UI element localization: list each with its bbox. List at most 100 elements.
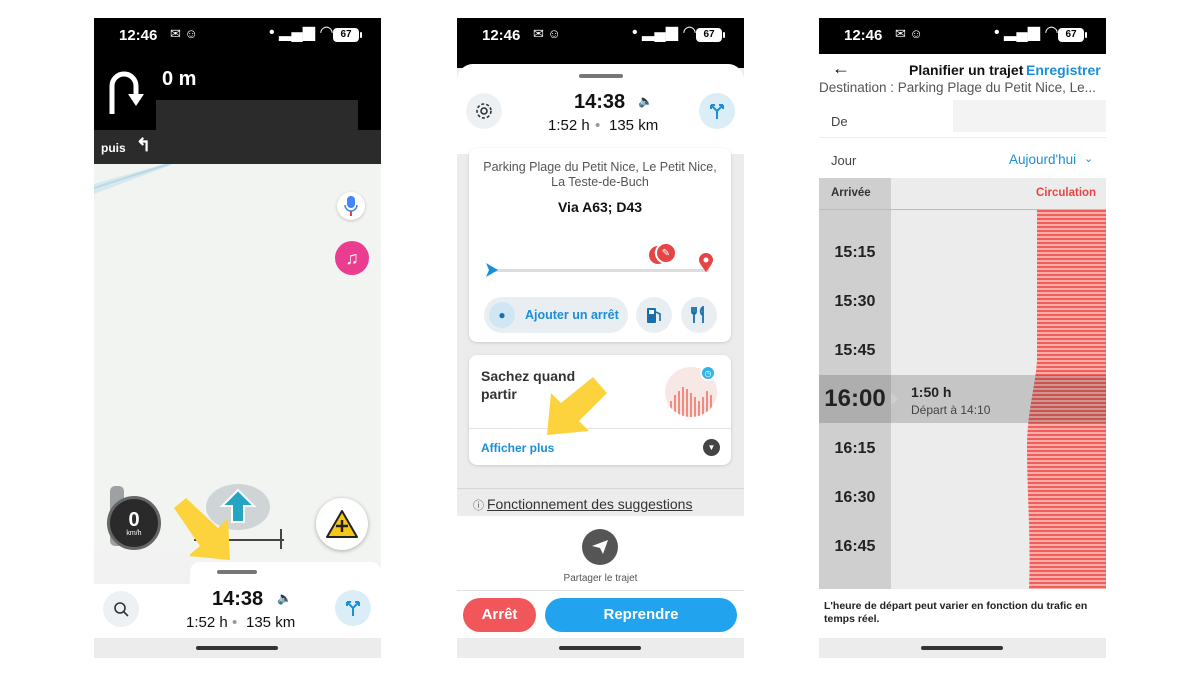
- selection-pointer: [891, 393, 898, 405]
- route-options-icon[interactable]: [699, 93, 735, 129]
- notification-icons: ✉ ☺: [170, 26, 198, 41]
- chevron-down-icon[interactable]: ▼: [703, 439, 720, 456]
- eta-arrival-time: 14:38: [212, 588, 264, 610]
- arrival-header: Arrivée: [831, 187, 871, 199]
- stop-button[interactable]: Arrêt: [463, 598, 536, 632]
- time-slot[interactable]: 16:15: [819, 440, 891, 458]
- divider: [457, 590, 744, 591]
- show-more-link[interactable]: Afficher plus: [481, 441, 554, 455]
- from-value-redacted: [953, 100, 1106, 132]
- day-label: Jour: [831, 153, 857, 168]
- sheet-handle[interactable]: [579, 74, 623, 78]
- back-arrow-icon[interactable]: ←: [832, 58, 850, 79]
- route-options-icon[interactable]: [335, 590, 371, 626]
- trip-duration: 1:50 h: [911, 384, 952, 400]
- turn-left-icon: ↰: [136, 135, 152, 155]
- battery-icon: 67: [333, 28, 362, 42]
- sound-icon[interactable]: 🔈: [638, 94, 653, 108]
- sound-icon[interactable]: 🔈: [277, 591, 292, 605]
- destination-address: Parking Plage du Petit Nice, Le Petit Ni…: [483, 160, 717, 189]
- traffic-header: Circulation: [1036, 187, 1097, 199]
- route-progress-track: [493, 269, 709, 272]
- add-stop-label: Ajouter un arrêt: [525, 308, 619, 322]
- time-slot[interactable]: 15:30: [819, 293, 891, 311]
- resume-button[interactable]: Reprendre: [545, 598, 737, 632]
- footer-note: L'heure de départ peut varier en fonctio…: [824, 600, 1088, 625]
- eta-distance: 135 km: [609, 117, 659, 134]
- then-label: puis: [101, 141, 126, 155]
- selected-time-slot[interactable]: 16:00: [819, 385, 891, 413]
- destination-line: Destination : Parking Plage du Petit Nic…: [819, 80, 1096, 95]
- speed-unit: km/h: [126, 529, 142, 537]
- save-button[interactable]: Enregistrer: [1026, 62, 1101, 78]
- speed-value: 0: [128, 508, 140, 531]
- route-card[interactable]: Parking Plage du Petit Nice, Le Petit Ni…: [469, 148, 731, 342]
- eta-arrival-time: 14:38: [574, 91, 626, 113]
- phone-plan-trip: 12:46 ✉ ☺ • ▂▄▆ ◠ 67 ← Planifier un traj…: [819, 18, 1106, 658]
- status-time: 12:46: [482, 27, 521, 44]
- time-slot[interactable]: 15:15: [819, 244, 891, 262]
- battery-icon: 67: [696, 28, 725, 42]
- chevron-down-icon[interactable]: ⌄: [1084, 152, 1093, 165]
- next-turn-bar: puis ↰: [94, 130, 381, 164]
- home-indicator[interactable]: [196, 646, 278, 650]
- divider: [457, 488, 744, 489]
- start-arrow-icon: [486, 263, 498, 277]
- gas-station-icon[interactable]: [636, 297, 672, 333]
- status-bar: 12:46 ✉ ☺ • ▂▄▆ ◠ 67: [457, 18, 744, 68]
- status-bar: 12:46 ✉ ☺ • ▂▄▆ ◠ 67: [819, 18, 1106, 54]
- u-turn-icon: [109, 71, 144, 114]
- turn-distance: 0 m: [162, 68, 197, 90]
- settings-gear-icon[interactable]: [466, 93, 502, 129]
- clock-icon: ◷: [700, 365, 716, 381]
- hazard-plus-icon: [326, 510, 358, 538]
- home-indicator[interactable]: [921, 646, 1003, 650]
- music-icon[interactable]: ♫: [335, 241, 369, 275]
- traffic-report-icon[interactable]: ✎: [655, 242, 677, 264]
- battery-icon: 67: [1058, 28, 1087, 42]
- notification-icons: ✉ ☺: [533, 26, 561, 41]
- time-slot[interactable]: 15:45: [819, 342, 891, 360]
- from-row[interactable]: De: [819, 100, 1106, 138]
- info-icon: ⓘ: [473, 500, 484, 512]
- suggestions-link[interactable]: Fonctionnement des suggestions: [487, 496, 692, 512]
- street-name-redacted: [156, 100, 358, 130]
- destination-pin-icon: [699, 253, 713, 272]
- departure-time: Départ à 14:10: [911, 403, 991, 417]
- status-bar: 12:46 ✉ ☺ • ▂▄▆ ◠ 67: [94, 18, 381, 54]
- notification-icons: ✉ ☺: [895, 26, 923, 41]
- home-indicator[interactable]: [559, 646, 641, 650]
- eta-distance: 135 km: [246, 614, 296, 631]
- signal-icons: • ▂▄▆ ◠: [269, 24, 334, 41]
- eta-duration: 1:52 h: [186, 614, 228, 631]
- status-time: 12:46: [119, 27, 158, 44]
- status-time: 12:46: [844, 27, 883, 44]
- add-stop-icon: ●: [489, 302, 515, 328]
- add-stop-button[interactable]: ● Ajouter un arrêt: [484, 297, 628, 333]
- eta-duration: 1:52 h: [548, 117, 590, 134]
- redacted-area: [94, 550, 190, 584]
- day-value[interactable]: Aujourd'hui: [1009, 152, 1076, 167]
- speedometer: 0 km/h: [107, 496, 161, 550]
- report-hazard-button[interactable]: [316, 498, 368, 550]
- phone-navigation: 12:46 ✉ ☺ • ▂▄▆ ◠ 67 0 m puis ↰ ♫ 0 km/h: [94, 18, 381, 658]
- signal-icons: • ▂▄▆ ◠: [994, 24, 1059, 41]
- sheet-handle[interactable]: [217, 570, 257, 574]
- microphone-icon[interactable]: [337, 192, 365, 220]
- phone-route-details: 12:46 ✉ ☺ • ▂▄▆ ◠ 67 14:38 🔈 1:52 h • 13…: [457, 18, 744, 658]
- from-label: De: [831, 114, 848, 129]
- share-label: Partager le trajet: [563, 573, 638, 584]
- restaurant-icon[interactable]: [681, 297, 717, 333]
- separator-dot: •: [232, 614, 238, 631]
- signal-icons: • ▂▄▆ ◠: [632, 24, 697, 41]
- turn-banner: 0 m: [94, 54, 381, 130]
- hint-arrow-icon: [547, 377, 607, 435]
- time-slot[interactable]: 16:45: [819, 538, 891, 556]
- route-via: Via A63; D43: [557, 199, 643, 215]
- page-title: Planifier un trajet: [909, 62, 1024, 78]
- share-icon[interactable]: [582, 529, 618, 565]
- separator-dot: •: [595, 117, 601, 134]
- time-slot[interactable]: 16:30: [819, 489, 891, 507]
- search-icon[interactable]: [103, 591, 139, 627]
- day-row[interactable]: Jour Aujourd'hui ⌄: [819, 142, 1106, 178]
